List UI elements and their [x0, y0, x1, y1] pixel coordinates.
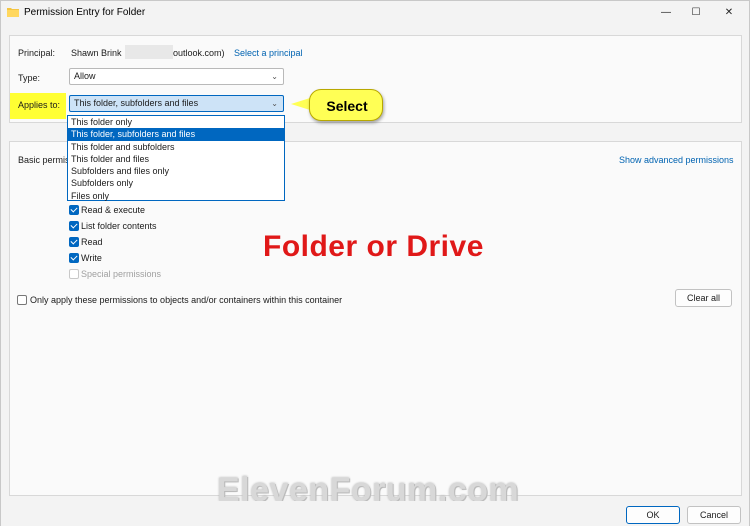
select-principal-link[interactable]: Select a principal: [234, 48, 303, 58]
applies-to-option[interactable]: This folder and subfolders: [68, 141, 284, 153]
special-permissions-label: Special permissions: [81, 269, 162, 279]
applies-to-option[interactable]: Files only: [68, 190, 284, 202]
callout-pointer: [291, 98, 310, 110]
applies-to-label: Applies to:: [18, 100, 61, 110]
folder-or-drive-annotation: Folder or Drive: [263, 230, 484, 263]
write-label: Write: [81, 253, 102, 263]
special-permissions-checkbox: [69, 269, 79, 279]
only-apply-label: Only apply these permissions to objects …: [30, 295, 343, 305]
principal-label: Principal:: [18, 48, 56, 58]
select-callout: Select: [309, 89, 383, 121]
applies-to-option[interactable]: Subfolders only: [68, 177, 284, 189]
read-label: Read: [81, 237, 103, 247]
type-dropdown[interactable]: Allow ⌄: [69, 68, 284, 85]
read-checkbox[interactable]: [69, 237, 79, 247]
title-bar: Permission Entry for Folder — ☐ ✕: [1, 1, 749, 25]
applies-to-value: This folder, subfolders and files: [74, 98, 199, 108]
applies-to-dropdown[interactable]: This folder, subfolders and files ⌄: [69, 95, 284, 112]
chevron-down-icon: ⌄: [271, 99, 278, 108]
window-title: Permission Entry for Folder: [24, 7, 146, 18]
applies-to-option[interactable]: This folder and files: [68, 153, 284, 165]
cancel-button[interactable]: Cancel: [687, 506, 741, 524]
ok-button[interactable]: OK: [626, 506, 680, 524]
type-value: Allow: [74, 71, 96, 81]
type-label: Type:: [18, 73, 41, 83]
permission-entry-dialog: Permission Entry for Folder — ☐ ✕ Princi…: [0, 0, 750, 526]
principal-name: Shawn Brink: [71, 48, 122, 58]
read-execute-checkbox[interactable]: [69, 205, 79, 215]
close-button[interactable]: ✕: [721, 5, 737, 21]
list-folder-contents-checkbox[interactable]: [69, 221, 79, 231]
chevron-down-icon: ⌄: [271, 72, 278, 81]
show-advanced-permissions-link[interactable]: Show advanced permissions: [619, 155, 734, 165]
applies-to-option-selected[interactable]: This folder, subfolders and files: [68, 128, 284, 141]
redacted-email-block: [125, 45, 173, 59]
callout-text: Select: [326, 98, 368, 114]
maximize-button[interactable]: ☐: [688, 5, 704, 21]
applies-to-option[interactable]: Subfolders and files only: [68, 165, 284, 177]
minimize-button[interactable]: —: [658, 5, 674, 21]
write-checkbox[interactable]: [69, 253, 79, 263]
list-folder-contents-label: List folder contents: [81, 221, 157, 231]
basic-permissions-label: Basic permis: [18, 155, 70, 165]
folder-icon: [7, 8, 19, 17]
applies-to-options-list: This folder only This folder, subfolders…: [67, 115, 285, 201]
clear-all-button[interactable]: Clear all: [675, 289, 732, 307]
read-execute-label: Read & execute: [81, 205, 146, 215]
principal-email: outlook.com): [173, 48, 225, 58]
only-apply-checkbox[interactable]: [17, 295, 27, 305]
applies-to-option[interactable]: This folder only: [68, 116, 284, 128]
